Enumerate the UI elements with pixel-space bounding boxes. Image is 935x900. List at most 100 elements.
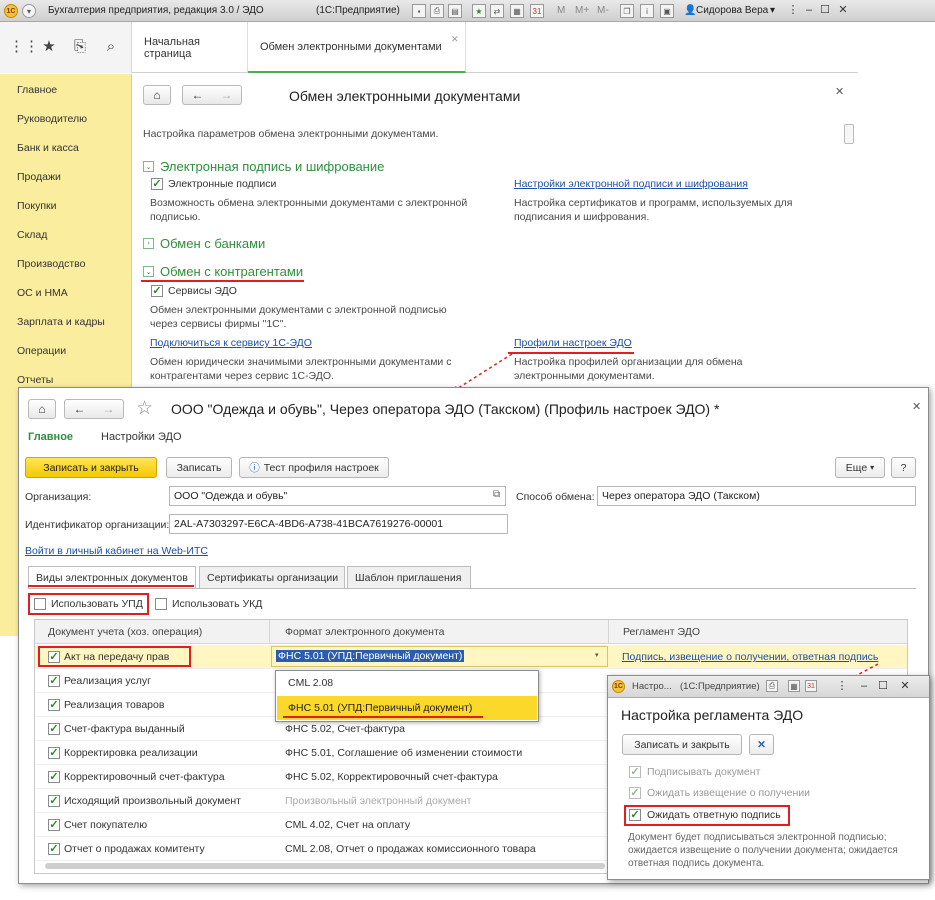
- favorite-star-icon[interactable]: ☆: [136, 397, 153, 420]
- tab-close-icon[interactable]: ✕: [451, 34, 459, 45]
- dialog-nav-settings[interactable]: Настройки ЭДО: [101, 431, 182, 443]
- favorites-star-icon[interactable]: ★: [41, 39, 57, 55]
- row-checkbox[interactable]: ✓: [48, 843, 60, 855]
- more-windows-icon[interactable]: ⋮: [835, 680, 849, 693]
- minimize-icon[interactable]: –: [802, 4, 816, 17]
- save-button[interactable]: Записать: [166, 457, 232, 478]
- user-name[interactable]: Сидорова Вера: [696, 5, 768, 16]
- tile-icon[interactable]: ▣: [660, 4, 674, 18]
- windows-icon[interactable]: ❐: [620, 4, 634, 18]
- await-notice-checkbox[interactable]: ✓: [629, 787, 641, 799]
- back-arrow-icon[interactable]: ←: [65, 402, 94, 416]
- calendar-icon[interactable]: 31: [530, 4, 544, 18]
- save-and-close-button[interactable]: Записать и закрыть: [25, 457, 157, 478]
- sidebar-item-salary[interactable]: Зарплата и кадры: [17, 316, 105, 328]
- close-icon[interactable]: ✕: [836, 4, 850, 17]
- web-its-link[interactable]: Войти в личный кабинет на Web-ИТС: [25, 545, 208, 557]
- row-checkbox[interactable]: ✓: [48, 651, 60, 663]
- sidebar-item-sales[interactable]: Продажи: [17, 171, 61, 183]
- edo-services-checkbox[interactable]: ✓: [151, 285, 163, 297]
- forward-arrow-icon[interactable]: →: [94, 402, 123, 416]
- save-icon[interactable]: ▪: [412, 4, 426, 18]
- history-icon[interactable]: ⎘: [72, 39, 88, 55]
- expand-banks-icon[interactable]: ›: [143, 238, 154, 249]
- dialog-home-button[interactable]: ⌂: [28, 399, 56, 419]
- expand-signature-icon[interactable]: ⌄: [143, 161, 154, 172]
- tab-edo-exchange[interactable]: Обмен электронными документами ✕: [248, 22, 466, 73]
- scrollbar-thumb[interactable]: [844, 124, 854, 144]
- dropdown-arrow-icon[interactable]: ▾: [595, 651, 599, 659]
- memory-minus-button[interactable]: M-: [597, 5, 609, 16]
- use-ukd-checkbox[interactable]: [155, 598, 167, 610]
- signature-settings-link[interactable]: Настройки электронной подписи и шифрован…: [514, 178, 748, 190]
- use-upd-checkbox[interactable]: [34, 598, 46, 610]
- panel-close-icon[interactable]: ✕: [835, 85, 844, 98]
- row-checkbox[interactable]: ✓: [48, 723, 60, 735]
- dialog-nav-main[interactable]: Главное: [28, 431, 73, 443]
- maximize-icon[interactable]: ☐: [818, 4, 832, 17]
- back-arrow-icon[interactable]: ←: [183, 88, 212, 102]
- calculator-icon[interactable]: ▦: [788, 680, 800, 692]
- org-identifier-field[interactable]: 2AL-A7303297-E6CA-4BD6-A738-41BCA7619276…: [169, 514, 508, 534]
- tab-certificates[interactable]: Сертификаты организации: [199, 566, 345, 588]
- small-maximize-icon[interactable]: ☐: [876, 680, 890, 693]
- calendar-icon[interactable]: 31: [805, 680, 817, 692]
- signatures-checkbox[interactable]: ✓: [151, 178, 163, 190]
- open-organization-icon[interactable]: ⧉: [493, 489, 500, 500]
- small-minimize-icon[interactable]: –: [857, 680, 871, 693]
- menu-dropdown-icon[interactable]: ▾: [22, 4, 36, 18]
- exchange-method-field[interactable]: Через оператора ЭДО (Такском): [597, 486, 916, 506]
- memory-m-button[interactable]: M: [557, 5, 565, 16]
- section-banks-title[interactable]: Обмен с банками: [160, 236, 265, 251]
- small-save-and-close-button[interactable]: Записать и закрыть: [622, 734, 742, 755]
- organization-field[interactable]: ООО "Одежда и обувь": [169, 486, 506, 506]
- tab-invite-template[interactable]: Шаблон приглашения: [347, 566, 471, 588]
- row-checkbox[interactable]: ✓: [48, 771, 60, 783]
- apps-grid-icon[interactable]: ⋮⋮: [9, 39, 39, 55]
- sidebar-item-operations[interactable]: Операции: [17, 345, 66, 357]
- expand-counterparties-icon[interactable]: ⌄: [143, 266, 154, 277]
- sidebar-item-assets[interactable]: ОС и НМА: [17, 287, 68, 299]
- sidebar-item-bank[interactable]: Банк и касса: [17, 142, 79, 154]
- section-counterparties-title[interactable]: Обмен с контрагентами: [160, 264, 303, 279]
- preview-icon[interactable]: ▤: [448, 4, 462, 18]
- help-button[interactable]: ?: [891, 457, 916, 478]
- table-row[interactable]: ✓ Акт на передачу прав ФНС 5.01 (УПД:Пер…: [35, 645, 907, 669]
- more-button[interactable]: Еще ▾: [835, 457, 885, 478]
- row-checkbox[interactable]: ✓: [48, 675, 60, 687]
- dialog-close-icon[interactable]: ✕: [912, 400, 921, 413]
- dropdown-option[interactable]: CML 2.08: [288, 677, 333, 689]
- connect-1c-edo-link[interactable]: Подключиться к сервису 1С-ЭДО: [150, 337, 312, 349]
- row-checkbox[interactable]: ✓: [48, 819, 60, 831]
- horizontal-scrollbar[interactable]: [45, 863, 605, 869]
- row-checkbox[interactable]: ✓: [48, 747, 60, 759]
- sidebar-item-purchases[interactable]: Покупки: [17, 200, 57, 212]
- sidebar-item-director[interactable]: Руководителю: [17, 113, 87, 125]
- calculator-icon[interactable]: ▦: [510, 4, 524, 18]
- tab-home[interactable]: Начальная страница: [132, 22, 248, 73]
- row-checkbox[interactable]: ✓: [48, 699, 60, 711]
- dropdown-option-selected[interactable]: ФНС 5.01 (УПД:Первичный документ): [277, 696, 537, 720]
- user-menu-chevron-icon[interactable]: ▾: [770, 5, 775, 16]
- section-signature-title[interactable]: Электронная подпись и шифрование: [160, 159, 384, 174]
- sidebar-item-main[interactable]: Главное: [17, 84, 57, 96]
- row-checkbox[interactable]: ✓: [48, 795, 60, 807]
- home-button[interactable]: ⌂: [143, 85, 171, 105]
- more-windows-icon[interactable]: ⋮: [786, 4, 800, 17]
- memory-plus-button[interactable]: M+: [575, 5, 589, 16]
- print-icon[interactable]: ⎙: [766, 680, 778, 692]
- await-reply-signature-checkbox[interactable]: ✓: [629, 809, 641, 821]
- sidebar-item-production[interactable]: Производство: [17, 258, 85, 270]
- link-icon[interactable]: ⇄: [490, 4, 504, 18]
- favorites-icon[interactable]: ★: [472, 4, 486, 18]
- print-icon[interactable]: ⎙: [430, 4, 444, 18]
- column-header-regulation[interactable]: Регламент ЭДО: [623, 626, 700, 638]
- column-header-document[interactable]: Документ учета (хоз. операция): [48, 626, 202, 638]
- forward-arrow-icon[interactable]: →: [212, 88, 241, 102]
- test-profile-button[interactable]: ⓘ Тест профиля настроек: [239, 457, 389, 478]
- info-icon[interactable]: i: [640, 4, 654, 18]
- sidebar-item-warehouse[interactable]: Склад: [17, 229, 47, 241]
- search-icon[interactable]: ⌕: [103, 39, 119, 55]
- format-select[interactable]: ФНС 5.01 (УПД:Первичный документ): [271, 646, 608, 667]
- sign-document-checkbox[interactable]: ✓: [629, 766, 641, 778]
